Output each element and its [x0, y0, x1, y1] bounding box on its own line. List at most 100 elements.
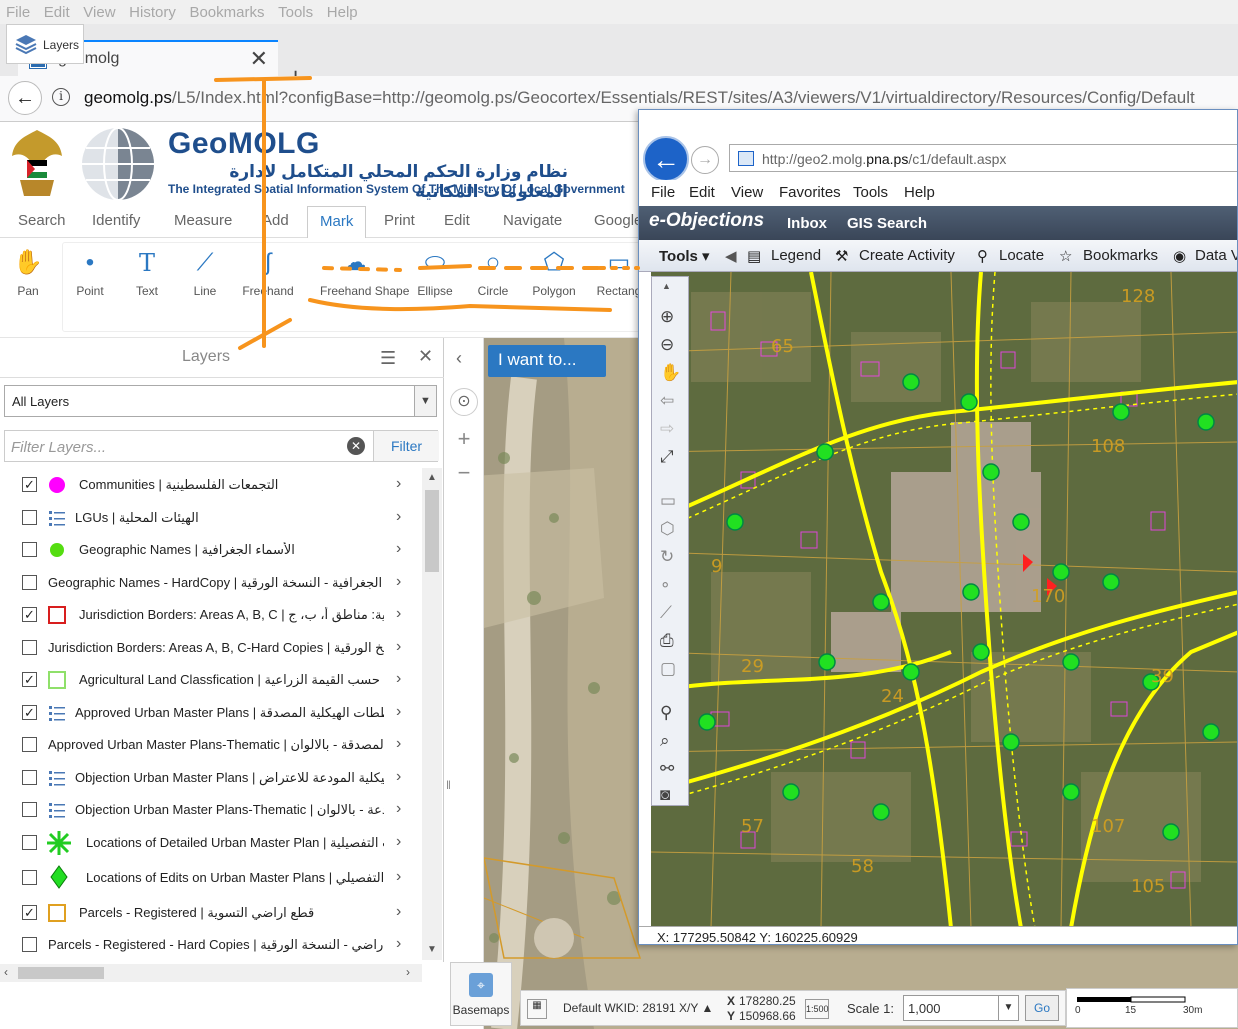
next-extent-icon[interactable]: ⇨: [660, 419, 674, 439]
basemaps-button[interactable]: ⌖ Basemaps: [450, 962, 512, 1026]
locate-button[interactable]: Locate: [999, 247, 1044, 264]
go-button[interactable]: Go: [1025, 995, 1059, 1021]
chevron-down-icon[interactable]: ▼: [414, 386, 436, 416]
layer-checkbox[interactable]: ✓: [22, 607, 37, 622]
hscroll-thumb[interactable]: [18, 967, 104, 979]
layer-row[interactable]: ✓ Agricultural Land Classfication | تصنيف…: [0, 663, 422, 695]
tab-close-icon[interactable]: ✕: [250, 46, 268, 72]
previous-extent-icon[interactable]: ⇦: [660, 391, 674, 411]
scroll-left-icon[interactable]: ‹: [4, 965, 8, 979]
grid-icon[interactable]: ▦: [527, 999, 547, 1019]
data-view-button[interactable]: Data V: [1195, 247, 1237, 264]
scroll-thumb[interactable]: [425, 490, 439, 572]
zoom-in-icon[interactable]: +: [450, 426, 478, 454]
camera-icon[interactable]: ◙: [660, 785, 670, 805]
zoom-out-icon[interactable]: ⊖: [660, 335, 674, 355]
layer-row[interactable]: ✓ Approved Urban Master Plans | المخططات …: [0, 696, 422, 728]
tab-edit[interactable]: Edit: [444, 212, 470, 229]
layer-checkbox[interactable]: [22, 575, 37, 590]
chevron-right-icon[interactable]: ›: [396, 903, 401, 921]
binoculars-icon[interactable]: ⚯: [660, 759, 674, 779]
locate-me-icon[interactable]: ⊙: [450, 388, 478, 416]
layer-row[interactable]: Geographic Names - HardCopy | الأسماء ال…: [0, 566, 422, 598]
layer-checkbox[interactable]: [22, 510, 37, 525]
select-polygon-icon[interactable]: ⬡: [660, 519, 675, 539]
close-icon[interactable]: ✕: [418, 346, 433, 367]
ie-map-view[interactable]: 128 108 39 65 9 170 57 58 107 29 24 105: [651, 272, 1237, 928]
i-want-to-button[interactable]: I want to...: [488, 345, 606, 377]
layer-row[interactable]: Objection Urban Master Plans-Thematic | …: [0, 793, 422, 825]
polygon-button[interactable]: ⬠ Polygon: [519, 248, 589, 298]
splitter-handle-icon[interactable]: ‖: [446, 778, 454, 792]
layers-tab-button[interactable]: Layers: [6, 24, 84, 64]
layer-row[interactable]: Jurisdiction Borders: Areas A, B, C-Hard…: [0, 631, 422, 663]
box-icon[interactable]: ▢: [660, 659, 676, 679]
chevron-right-icon[interactable]: ›: [396, 573, 401, 591]
forward-icon[interactable]: →: [691, 146, 719, 174]
layer-checkbox[interactable]: [22, 542, 37, 557]
ie-menu-tools[interactable]: Tools: [853, 184, 888, 201]
panel-menu-icon[interactable]: ☰: [380, 348, 396, 369]
clear-icon[interactable]: ✕: [347, 437, 365, 455]
layer-set-select[interactable]: All Layers ▼: [4, 385, 437, 417]
layer-row[interactable]: Parcels - Registered - Hard Copies | قطع…: [0, 928, 422, 960]
layer-checkbox[interactable]: ✓: [22, 905, 37, 920]
tab-measure[interactable]: Measure: [174, 212, 232, 229]
tab-mark[interactable]: Mark: [307, 206, 367, 239]
horizontal-scrollbar[interactable]: ‹ ›: [0, 964, 422, 982]
layer-row[interactable]: Locations of Detailed Urban Master Plan …: [0, 826, 422, 858]
export-icon[interactable]: ⎙: [660, 631, 674, 651]
ie-menu-edit[interactable]: Edit: [689, 184, 715, 201]
measure-line-icon[interactable]: ⟋: [660, 603, 672, 623]
menu-file[interactable]: File: [0, 0, 30, 21]
freehand-shape-button[interactable]: ☁ Freehand Shape: [320, 248, 409, 298]
menu-view[interactable]: View: [77, 0, 115, 21]
layer-checkbox[interactable]: ✓: [22, 705, 37, 720]
tab-add[interactable]: Add: [262, 212, 289, 229]
scale-icon[interactable]: 1:500: [805, 999, 829, 1019]
collapse-icon[interactable]: ◀: [725, 247, 737, 265]
line-button[interactable]: ⟋ Line: [170, 248, 240, 298]
select-rect-icon[interactable]: ▭: [660, 491, 676, 511]
scroll-up-icon[interactable]: ▲: [662, 281, 671, 291]
wkid-label[interactable]: Default WKID: 28191 X/Y ▲: [563, 1001, 713, 1015]
tab-identify[interactable]: Identify: [92, 212, 140, 229]
chevron-right-icon[interactable]: ›: [396, 638, 401, 656]
layer-checkbox[interactable]: ✓: [22, 477, 37, 492]
chevron-right-icon[interactable]: ›: [396, 833, 401, 851]
circle-button[interactable]: ○ Circle: [458, 248, 528, 298]
scroll-up-icon[interactable]: ▲: [427, 472, 437, 483]
full-extent-icon[interactable]: ⤢: [660, 447, 674, 467]
collapse-panel-icon[interactable]: ‹: [456, 348, 462, 369]
menu-bookmarks[interactable]: Bookmarks: [183, 0, 264, 21]
legend-button[interactable]: Legend: [771, 247, 821, 264]
dot-icon[interactable]: ∘: [660, 575, 671, 595]
scroll-right-icon[interactable]: ›: [406, 965, 410, 979]
rotate-icon[interactable]: ↻: [660, 547, 674, 567]
menu-help[interactable]: Help: [321, 0, 358, 21]
zoom-in-icon[interactable]: ⊕: [660, 307, 674, 327]
scale-select[interactable]: 1,000 ▼: [903, 995, 1019, 1021]
tab-search[interactable]: Search: [18, 212, 66, 229]
tools-dropdown[interactable]: Tools ▾: [659, 247, 710, 265]
find-icon[interactable]: ⌕: [660, 731, 670, 751]
ie-menu-view[interactable]: View: [731, 184, 763, 201]
chevron-right-icon[interactable]: ›: [396, 475, 401, 493]
layer-row[interactable]: Approved Urban Master Plans-Thematic | ا…: [0, 728, 422, 760]
scroll-down-icon[interactable]: ▼: [427, 944, 437, 955]
pan-hand-icon[interactable]: ✋: [660, 363, 681, 383]
chevron-right-icon[interactable]: ›: [396, 868, 401, 886]
layer-row[interactable]: ✓ Communities | التجمعات الفلسطينية ›: [0, 468, 422, 500]
chevron-right-icon[interactable]: ›: [396, 768, 401, 786]
pan-button[interactable]: ✋ Pan: [0, 248, 63, 298]
tab-google[interactable]: Google: [594, 212, 642, 229]
menu-tools[interactable]: Tools: [272, 0, 313, 21]
chevron-right-icon[interactable]: ›: [396, 800, 401, 818]
ie-menu-favorites[interactable]: Favorites: [779, 184, 841, 201]
back-icon[interactable]: ←: [643, 136, 689, 182]
layer-checkbox[interactable]: [22, 870, 37, 885]
menu-edit[interactable]: Edit: [38, 0, 70, 21]
back-icon[interactable]: ←: [8, 81, 42, 115]
chevron-right-icon[interactable]: ›: [396, 605, 401, 623]
chevron-right-icon[interactable]: ›: [396, 935, 401, 953]
